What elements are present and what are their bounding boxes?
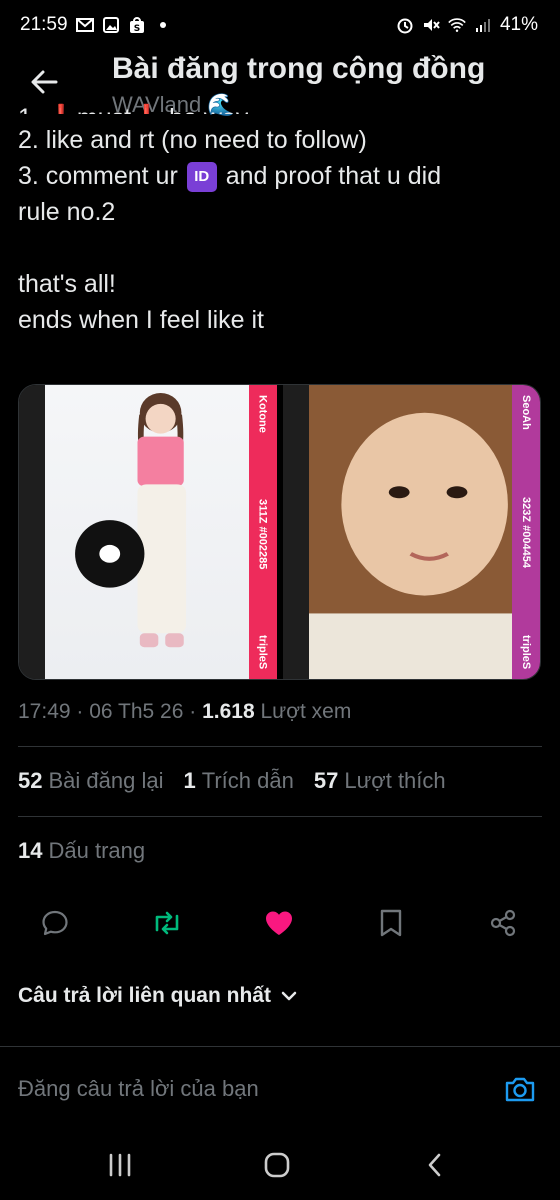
post-timestamp: 17:49 · 06 Th5 26 · [18,700,203,723]
arrow-left-icon [31,70,58,94]
status-right: 41% [396,14,538,36]
svg-text:S: S [133,24,139,34]
gallery-icon [102,16,120,34]
shopee-icon: S [128,16,146,34]
post-meta: 17:49 · 06 Th5 26 · 1.618 Lượt xem [18,700,351,724]
member-name: Kotone [256,395,269,433]
quotes-stat[interactable]: 1 Trích dẫn [183,768,293,794]
card-code: 323Z #004454 [520,496,532,568]
post-line-3-prefix: 3. comment ur [18,162,178,190]
card-code: 311Z #002285 [256,498,269,569]
photocard-stripe-kotone: Kotone 311Z #002285 tripleS [248,385,277,679]
recents-icon [109,1153,131,1177]
heart-icon [266,911,292,935]
gmail-icon [75,16,94,34]
post-line-3: 3. comment ur ID and proof that u did [18,158,542,194]
photocard-kotone[interactable]: Kotone 311Z #002285 tripleS [19,385,277,679]
post-line-6: ends when I feel like it [18,306,264,334]
like-button[interactable] [256,900,302,946]
back-nav-button[interactable] [411,1142,457,1188]
likes-stat[interactable]: 57 Lượt thích [314,768,446,794]
notification-dot [159,22,166,28]
bookmarks-stat[interactable]: 14 Dấu trang [18,838,145,864]
brand-label: tripleS [256,634,269,669]
member-name: SeoAh [520,395,532,430]
post-text: 1. ❗must❗ be wav 2. like and rt (no need… [18,104,542,338]
home-icon [264,1152,290,1178]
engagement-stats: 52 Bài đăng lại 1 Trích dẫn 57 Lượt thích [18,768,446,794]
views-count: 1.618 [202,700,255,723]
sort-label: Câu trả lời liên quan nhất [18,984,271,1007]
battery-percent: 41% [499,14,538,35]
post-line-2: 2. like and rt (no need to follow) [18,126,367,154]
post-line-3-suffix: and proof that u did [225,162,442,190]
repost-icon [155,911,179,935]
bookmark-button[interactable] [368,900,414,946]
back-button[interactable] [24,62,64,102]
id-emoji-badge: ID [186,162,217,193]
divider [18,816,542,817]
page-title: Bài đăng trong cộng đồng [112,52,486,85]
action-bar [0,900,560,946]
photo-seoah [308,385,512,679]
reply-input[interactable] [18,1071,478,1107]
post-line-1-cut: 1. ❗must❗ be wav [18,100,248,114]
chevron-left-icon [428,1153,441,1177]
home-button[interactable] [254,1142,300,1188]
photocard-seoah[interactable]: SeoAh 323Z #004454 tripleS [282,385,540,679]
reposts-stat[interactable]: 52 Bài đăng lại [18,768,163,794]
reply-composer [0,1046,560,1130]
status-bar: 21:59 S 41% [0,0,560,50]
mute-icon [422,16,440,34]
photo-kotone [45,385,249,679]
photocard-stripe-seoah: SeoAh 323Z #004454 tripleS [512,385,540,679]
media-gallery: Kotone 311Z #002285 tripleS SeoAh 323Z #… [18,384,541,680]
camera-button[interactable] [500,1069,540,1109]
android-nav-bar [0,1130,560,1200]
reply-button[interactable] [32,900,78,946]
recents-button[interactable] [97,1142,143,1188]
share-icon [490,909,516,937]
share-button[interactable] [480,900,526,946]
wifi-icon [448,16,466,34]
signal-icon [474,16,492,34]
views-label: Lượt xem [260,700,352,723]
alarm-icon [396,16,414,34]
reply-sort-dropdown[interactable]: Câu trả lời liên quan nhất [18,984,297,1008]
chevron-down-icon [281,991,297,1001]
camera-icon [505,1077,535,1102]
post-line-4: rule no.2 [18,198,116,226]
post-line-5: that's all! [18,270,116,298]
reply-icon [42,910,68,936]
brand-label: tripleS [520,634,532,669]
status-time: 21:59 [20,14,68,35]
status-left: 21:59 S [20,14,166,36]
bookmark-icon [380,909,402,937]
repost-button[interactable] [144,900,190,946]
divider [18,746,542,747]
